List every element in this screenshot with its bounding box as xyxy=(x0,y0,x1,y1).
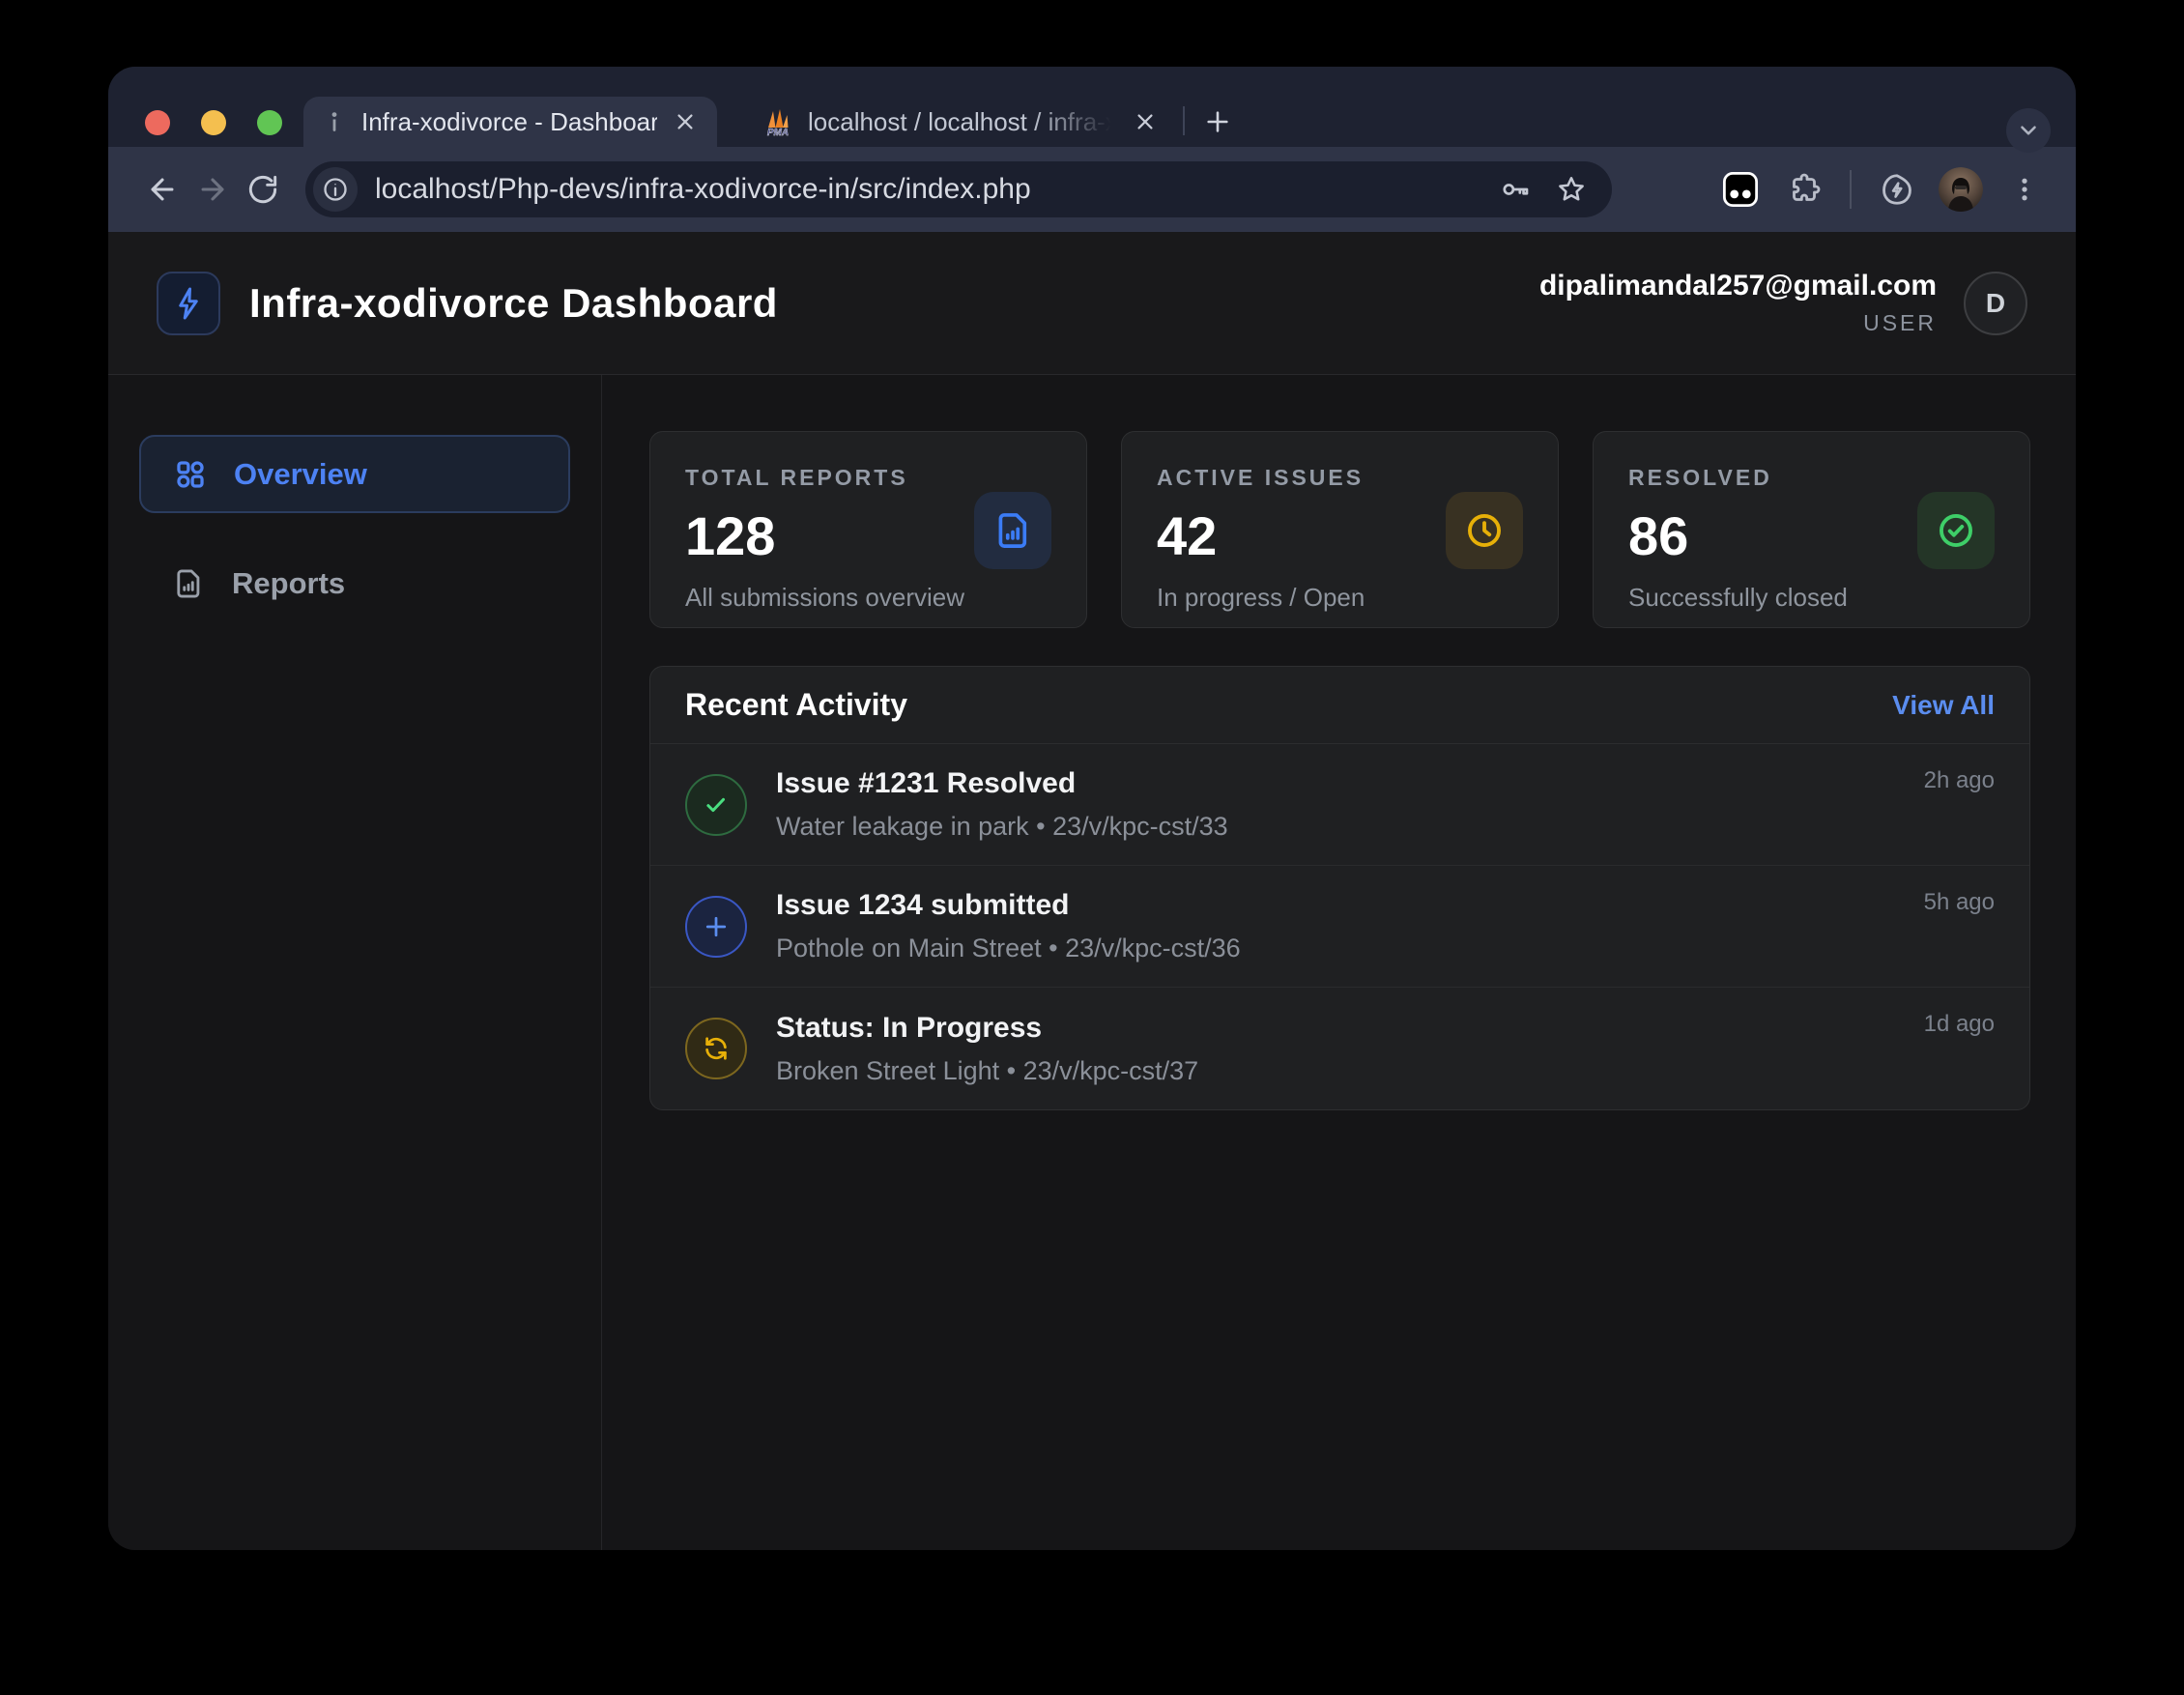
svg-text:PMA: PMA xyxy=(767,128,789,136)
tab-strip: Infra-xodivorce - Dashboard PMA localhos… xyxy=(108,67,2076,147)
activity-row[interactable]: Issue #1231 Resolved Water leakage in pa… xyxy=(650,744,2029,866)
maximize-window-button[interactable] xyxy=(257,110,282,135)
panel-header: Recent Activity View All xyxy=(650,667,2029,744)
user-email: dipalimandal257@gmail.com xyxy=(1539,270,1937,302)
stat-subtitle: In progress / Open xyxy=(1157,583,1523,613)
user-block: dipalimandal257@gmail.com USER xyxy=(1539,270,1937,336)
main-panel: TOTAL REPORTS 128 All submissions overvi… xyxy=(602,375,2076,1550)
check-icon xyxy=(685,774,747,836)
profile-avatar[interactable] xyxy=(1939,167,1983,212)
info-favicon-icon xyxy=(323,110,346,133)
toolbar-separator xyxy=(1850,170,1852,209)
tab-search-button[interactable] xyxy=(2006,108,2051,153)
recent-activity-panel: Recent Activity View All Issue #1231 Res… xyxy=(649,666,2030,1110)
tab-title: Infra-xodivorce - Dashboard xyxy=(361,107,657,137)
sidebar-item-reports[interactable]: Reports xyxy=(139,544,570,622)
app-logo-bolt-icon xyxy=(157,272,220,335)
back-button[interactable] xyxy=(137,164,187,215)
bookmark-star-icon[interactable] xyxy=(1550,168,1593,211)
grid-icon xyxy=(174,458,207,491)
forward-button[interactable] xyxy=(187,164,238,215)
stat-cards: TOTAL REPORTS 128 All submissions overvi… xyxy=(649,431,2030,628)
stat-label: TOTAL REPORTS xyxy=(685,465,1051,491)
activity-title: Status: In Progress xyxy=(776,1012,1198,1045)
activity-text: Issue #1231 Resolved Water leakage in pa… xyxy=(776,767,1228,842)
close-tab-icon[interactable] xyxy=(1133,109,1158,134)
check-circle-icon xyxy=(1917,492,1995,569)
user-role-badge: USER xyxy=(1539,310,1937,336)
stat-subtitle: All submissions overview xyxy=(685,583,1051,613)
activity-detail: Broken Street Light • 23/v/kpc-cst/37 xyxy=(776,1056,1198,1086)
stat-card-resolved: RESOLVED 86 Successfully closed xyxy=(1593,431,2030,628)
clock-icon xyxy=(1446,492,1523,569)
activity-title: Issue #1231 Resolved xyxy=(776,767,1228,800)
toolbar-right-icons xyxy=(1718,167,2047,212)
stat-card-total-reports: TOTAL REPORTS 128 All submissions overvi… xyxy=(649,431,1087,628)
refresh-icon xyxy=(685,1018,747,1079)
activity-time: 5h ago xyxy=(1924,885,1995,916)
activity-time: 1d ago xyxy=(1924,1007,1995,1038)
stat-card-active-issues: ACTIVE ISSUES 42 In progress / Open xyxy=(1121,431,1559,628)
content-area: Overview Reports TOTAL REPORTS 128 All s… xyxy=(108,375,2076,1550)
minimize-window-button[interactable] xyxy=(201,110,226,135)
performance-leaf-icon[interactable] xyxy=(1875,167,1919,212)
activity-time: 2h ago xyxy=(1924,763,1995,794)
sidebar-item-label: Overview xyxy=(234,457,367,492)
browser-window: Infra-xodivorce - Dashboard PMA localhos… xyxy=(108,67,2076,1550)
address-bar[interactable]: localhost/Php-devs/infra-xodivorce-in/sr… xyxy=(305,161,1612,217)
tab-title: localhost / localhost / infra-xo xyxy=(808,107,1117,137)
close-window-button[interactable] xyxy=(145,110,170,135)
activity-row[interactable]: Status: In Progress Broken Street Light … xyxy=(650,988,2029,1109)
user-avatar[interactable]: D xyxy=(1964,272,2027,335)
activity-detail: Pothole on Main Street • 23/v/kpc-cst/36 xyxy=(776,934,1241,963)
sidebar-item-overview[interactable]: Overview xyxy=(139,435,570,513)
app-header: Infra-xodivorce Dashboard dipalimandal25… xyxy=(108,232,2076,375)
extensions-puzzle-icon[interactable] xyxy=(1782,167,1826,212)
plus-icon xyxy=(685,896,747,958)
activity-text: Issue 1234 submitted Pothole on Main Str… xyxy=(776,889,1241,963)
close-tab-icon[interactable] xyxy=(673,109,698,134)
phpmyadmin-favicon-icon: PMA xyxy=(763,107,792,136)
reload-button[interactable] xyxy=(238,164,288,215)
tab-dashboard[interactable]: Infra-xodivorce - Dashboard xyxy=(303,97,717,147)
url-text[interactable]: localhost/Php-devs/infra-xodivorce-in/sr… xyxy=(375,173,1480,206)
activity-text: Status: In Progress Broken Street Light … xyxy=(776,1012,1198,1086)
browser-toolbar: localhost/Php-devs/infra-xodivorce-in/sr… xyxy=(108,147,2076,232)
stat-label: ACTIVE ISSUES xyxy=(1157,465,1523,491)
site-info-icon[interactable] xyxy=(313,167,358,212)
password-key-icon[interactable] xyxy=(1494,168,1537,211)
activity-title: Issue 1234 submitted xyxy=(776,889,1241,922)
sidebar-item-label: Reports xyxy=(232,566,345,601)
page-title: Infra-xodivorce Dashboard xyxy=(249,280,778,327)
activity-row[interactable]: Issue 1234 submitted Pothole on Main Str… xyxy=(650,866,2029,988)
stat-subtitle: Successfully closed xyxy=(1628,583,1995,613)
report-document-icon xyxy=(974,492,1051,569)
tab-phpmyadmin[interactable]: PMA localhost / localhost / infra-xo xyxy=(744,97,1177,147)
sidebar: Overview Reports xyxy=(108,375,602,1550)
extension-app-icon[interactable] xyxy=(1718,167,1763,212)
stat-label: RESOLVED xyxy=(1628,465,1995,491)
report-document-icon xyxy=(172,567,205,600)
view-all-link[interactable]: View All xyxy=(1892,690,1995,721)
tab-separator xyxy=(1183,106,1185,135)
window-controls xyxy=(145,110,282,135)
panel-title: Recent Activity xyxy=(685,687,907,723)
new-tab-button[interactable] xyxy=(1193,97,1243,147)
menu-dots-icon[interactable] xyxy=(2002,167,2047,212)
activity-detail: Water leakage in park • 23/v/kpc-cst/33 xyxy=(776,812,1228,842)
